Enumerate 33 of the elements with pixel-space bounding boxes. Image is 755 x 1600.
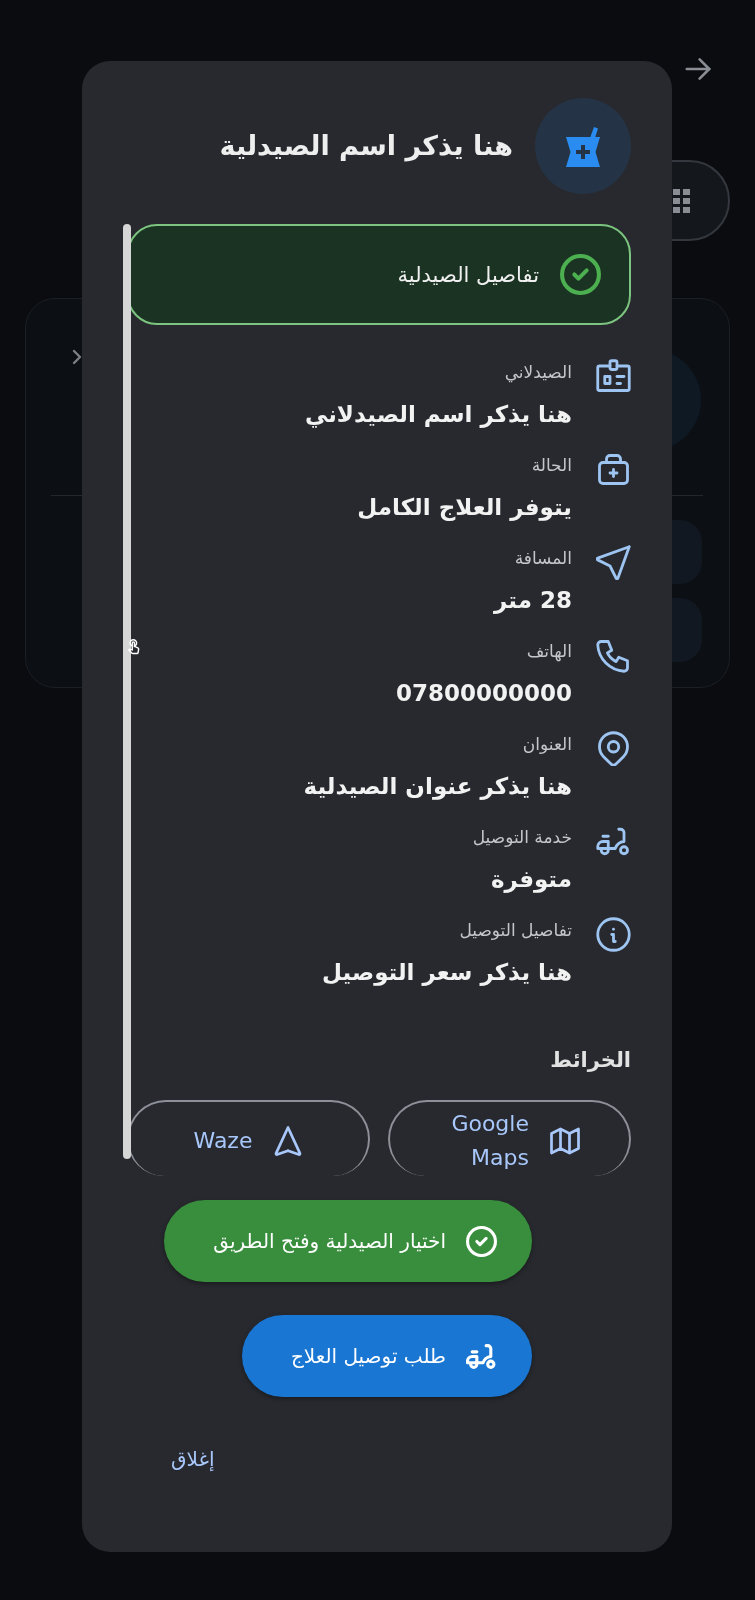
scrollbar-thumb[interactable] [123,224,131,1159]
banner-label: تفاصيل الصيدلية [397,261,539,289]
dialog-title: هنا يذكر اسم الصيدلية [219,129,513,164]
detail-label: الصيدلاني [503,361,572,385]
detail-value: هنا يذكر عنوان الصيدلية [303,772,572,802]
detail-label: الحالة [530,454,572,477]
id-badge-icon [596,359,631,394]
map-pin-icon [596,731,631,766]
close-button[interactable]: إغلاق [159,1435,227,1483]
grid-icon [673,188,690,213]
map-icon [550,1126,580,1156]
detail-label: خدمة التوصيل [472,826,572,849]
detail-label: تفاصيل التوصيل [458,919,572,942]
detail-value: 28 متر [494,586,572,616]
phone-icon [596,638,631,673]
navigation-arrow-icon [596,545,631,580]
check-circle-icon [466,1225,497,1257]
detail-value: هنا يذكر سعر التوصيل [322,958,572,988]
detail-value: هنا يذكر اسم الصيدلاني [304,400,572,430]
detail-value: 07800000000 [395,679,572,708]
navigation-icon [273,1126,304,1156]
touch-pointer-icon [126,639,142,655]
maps-heading: الخرائط [549,1047,631,1074]
detail-label: العنوان [521,733,572,756]
detail-value: متوفرة [490,865,572,895]
select-route-button[interactable]: اختيار الصيدلية وفتح الطريق [164,1200,532,1282]
first-aid-kit-icon [596,452,631,487]
info-icon [596,917,631,952]
detail-value: يتوفر العلاج الكامل [357,493,572,523]
detail-label: الهاتف [525,640,572,664]
detail-label: المسافة [513,547,572,570]
check-circle-icon [560,254,601,295]
request-delivery-button[interactable]: طلب توصيل العلاج [241,1315,532,1397]
